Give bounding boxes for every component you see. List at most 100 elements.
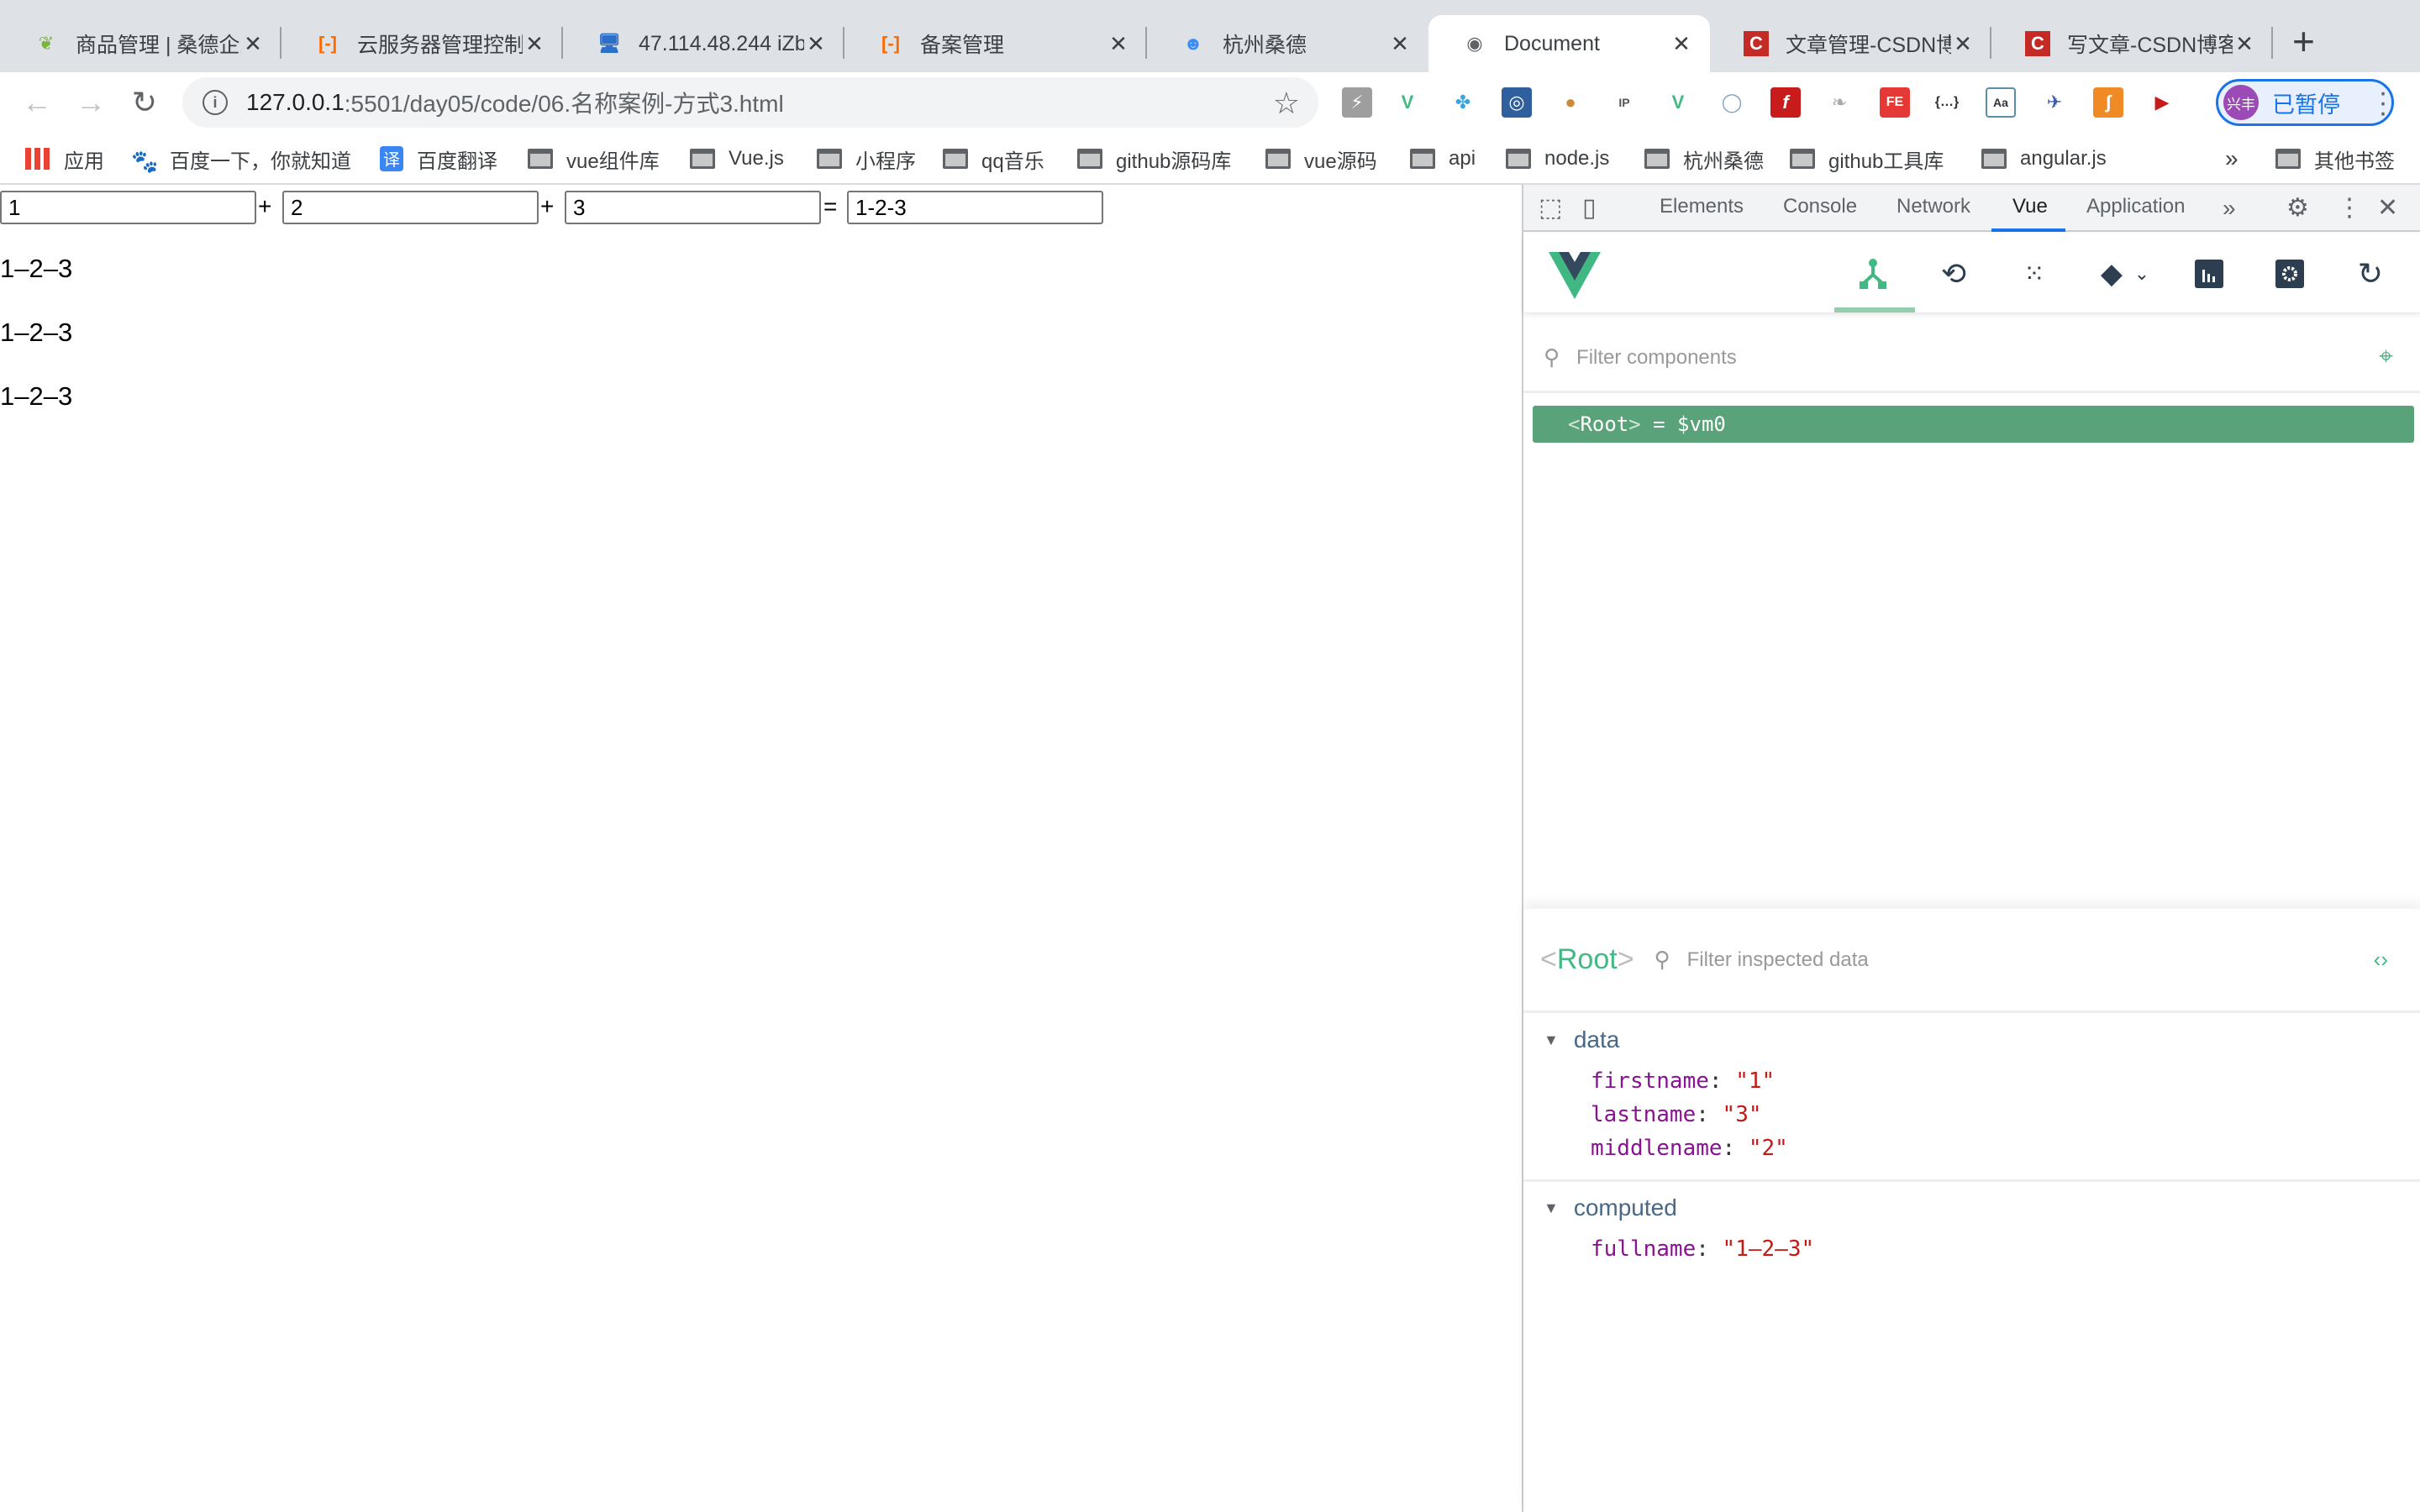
tab-document[interactable]: ◉ Document ✕ <box>1428 15 1710 72</box>
extension-red-arrow-icon[interactable]: ▶ <box>2147 87 2177 118</box>
router-direction-icon[interactable]: ◆ <box>2095 257 2128 291</box>
devtools-more-tabs[interactable]: » <box>2223 195 2236 222</box>
data-property[interactable]: lastname: "3" <box>1591 1102 1762 1127</box>
profile-button[interactable]: 兴丰 已暂停 <box>2216 79 2394 126</box>
extension-bug-icon[interactable]: ✈ <box>2039 87 2070 118</box>
close-tab-icon[interactable]: ✕ <box>1107 31 1130 57</box>
extension-ip-icon[interactable]: IP <box>1609 87 1639 118</box>
tab-shangpin[interactable]: ❦ 商品管理 | 桑德企业 ✕ <box>0 15 281 72</box>
bookmark-apps[interactable]: 应用 <box>25 144 104 173</box>
chrome-menu-icon[interactable]: · · · <box>2375 78 2391 127</box>
refresh-icon[interactable]: ↻ <box>2354 256 2387 291</box>
bookmark-folder[interactable]: 杭州桑德 <box>1644 144 1764 173</box>
fullname-output: 1–2–3 <box>0 318 73 347</box>
computed-property[interactable]: fullname: "1–2–3" <box>1591 1236 1814 1262</box>
component-tree-root[interactable]: < Root > = $vm0 <box>1533 406 2414 443</box>
firstname-input[interactable] <box>0 191 256 224</box>
back-button[interactable]: ← <box>18 84 55 121</box>
tab-csdn-write[interactable]: C 写文章-CSDN博客 ✕ <box>1991 15 2273 72</box>
extension-lightning-icon[interactable]: ⚡ <box>1342 87 1372 118</box>
bookmark-baidu[interactable]: 🐾 百度一下，你就知道 <box>131 144 351 174</box>
folder-icon <box>528 149 553 169</box>
close-devtools-icon[interactable]: ✕ <box>2377 193 2398 223</box>
tab-beian[interactable]: [-] 备案管理 ✕ <box>844 15 1147 72</box>
extension-fe-icon[interactable]: FE <box>1880 87 1910 118</box>
devtools-tab-console[interactable]: Console <box>1783 195 1857 218</box>
bookmark-folder[interactable]: api <box>1410 144 1476 173</box>
close-tab-icon[interactable]: ✕ <box>1388 31 1412 57</box>
bookmark-label: 应用 <box>64 150 104 173</box>
plus-operator: + <box>258 193 272 219</box>
search-icon: ⚲ <box>1544 344 1560 370</box>
data-property[interactable]: firstname: "1" <box>1591 1068 1775 1094</box>
info-icon[interactable]: i <box>203 90 228 115</box>
section-computed-toggle[interactable]: ▼ computed <box>1544 1194 1677 1221</box>
reload-button[interactable]: ↻ <box>126 84 163 121</box>
extension-vue-icon[interactable]: V <box>1663 87 1693 118</box>
bookmark-folder[interactable]: github工具库 <box>1790 144 1944 173</box>
devtools-tab-application[interactable]: Application <box>2086 195 2185 218</box>
tab-hangzhou[interactable]: ☻ 杭州桑德 ✕ <box>1147 15 1428 72</box>
tab-server-ip[interactable]: 🖥 47.114.48.244 iZb ✕ <box>563 15 844 72</box>
close-tab-icon[interactable]: ✕ <box>2233 31 2256 57</box>
csdn-icon: C <box>2025 31 2050 56</box>
extension-circle-icon[interactable]: ◎ <box>1502 87 1532 118</box>
extension-pinwheel-icon[interactable]: ✤ <box>1448 87 1478 118</box>
bookmark-other-folder[interactable]: 其他书签 <box>2275 144 2395 173</box>
inspect-dom-icon[interactable]: ‹› <box>2374 947 2388 973</box>
lastname-input[interactable] <box>565 191 821 224</box>
vuex-dots-icon[interactable]: ⁙ <box>2018 257 2051 291</box>
extension-cookie-icon[interactable]: ● <box>1555 87 1586 118</box>
bookmark-folder[interactable]: github源码库 <box>1077 144 1231 173</box>
extension-vue-devtools-icon[interactable]: V <box>1392 87 1423 118</box>
filter-inspected-data-input[interactable]: Filter inspected data <box>1687 948 1869 972</box>
bookmark-folder[interactable]: Vue.js <box>690 144 784 173</box>
close-tab-icon[interactable]: ✕ <box>804 31 828 57</box>
extension-font-icon[interactable]: Aa <box>1986 87 2016 118</box>
devtools-tab-vue[interactable]: Vue <box>2012 195 2048 218</box>
filter-components-bar[interactable]: ⚲ Filter components ⌖ <box>1523 324 2420 393</box>
bookmark-folder[interactable]: angular.js <box>1981 144 2107 173</box>
close-tab-icon[interactable]: ✕ <box>523 31 546 57</box>
components-tree-icon[interactable] <box>1856 257 1890 291</box>
globe-icon: ◉ <box>1466 33 1483 54</box>
performance-chart-icon[interactable] <box>2192 257 2226 291</box>
bookmark-folder[interactable]: vue组件库 <box>528 144 660 173</box>
select-component-target-icon[interactable]: ⌖ <box>2379 343 2393 371</box>
devtools-tab-network[interactable]: Network <box>1897 195 1970 218</box>
extension-feather-icon[interactable]: ❧ <box>1824 87 1854 118</box>
timeline-history-icon[interactable]: ⟲ <box>1937 256 1970 291</box>
open-bracket: < <box>1568 412 1581 436</box>
extension-ring-icon[interactable]: ◯ <box>1717 87 1747 118</box>
close-tab-icon[interactable]: ✕ <box>241 31 265 57</box>
bookmark-folder[interactable]: qq音乐 <box>943 144 1044 173</box>
devtools-menu-icon[interactable]: ⋮ <box>2337 193 2362 223</box>
tab-csdn-manage[interactable]: C 文章管理-CSDN博客 ✕ <box>1710 15 1991 72</box>
bookmark-folder[interactable]: node.js <box>1506 144 1609 173</box>
devtools-tab-elements[interactable]: Elements <box>1660 195 1744 218</box>
bookmarks-overflow-button[interactable]: » <box>2225 144 2238 173</box>
chevron-down-icon[interactable]: ⌄ <box>2125 257 2159 291</box>
close-tab-icon[interactable]: ✕ <box>1670 31 1693 57</box>
extension-orange-icon[interactable]: ʃ <box>2093 87 2123 118</box>
vue-settings-icon[interactable] <box>2273 257 2307 291</box>
section-data-toggle[interactable]: ▼ data <box>1544 1026 1619 1053</box>
address-bar[interactable]: i 127.0.0.1:5501/day05/code/06.名称案例-方式3.… <box>182 77 1318 128</box>
device-toolbar-icon[interactable]: ▯ <box>1582 193 1597 223</box>
settings-gear-icon[interactable]: ⚙ <box>2286 193 2309 223</box>
extension-flash-icon[interactable]: f <box>1770 87 1801 118</box>
filter-components-input[interactable]: Filter components <box>1576 346 1737 370</box>
bookmark-star-icon[interactable]: ☆ <box>1273 86 1300 121</box>
data-property[interactable]: middlename: "2" <box>1591 1136 1788 1161</box>
tab-aliyun-ecs[interactable]: [-] 云服务器管理控制台 ✕ <box>281 15 563 72</box>
inspect-element-icon[interactable]: ⬚ <box>1539 193 1562 223</box>
new-tab-button[interactable]: + <box>2292 20 2315 62</box>
bookmark-translate[interactable]: 译 百度翻译 <box>380 144 497 173</box>
extension-json-icon[interactable]: {…} <box>1932 87 1962 118</box>
middlename-input[interactable] <box>282 191 539 224</box>
close-tab-icon[interactable]: ✕ <box>1951 31 1975 57</box>
forward-button[interactable]: → <box>72 84 109 121</box>
bookmark-folder[interactable]: vue源码 <box>1265 144 1377 173</box>
fullname-input[interactable] <box>847 191 1103 224</box>
bookmark-folder[interactable]: 小程序 <box>817 144 916 173</box>
